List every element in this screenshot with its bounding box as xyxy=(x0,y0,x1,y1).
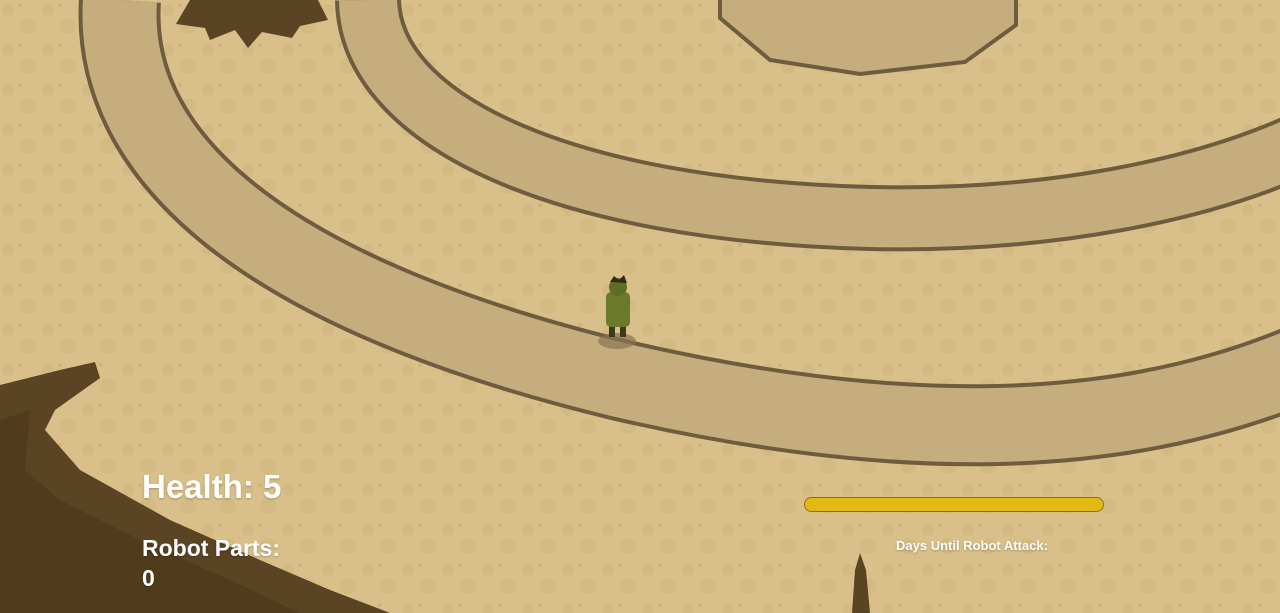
health-label: Health: xyxy=(142,468,254,505)
robot-parts-display: Robot Parts: 0 xyxy=(142,533,280,593)
world-map xyxy=(0,0,1280,613)
days-until-attack-label: Days Until Robot Attack: xyxy=(896,538,1048,553)
robot-parts-label: Robot Parts: xyxy=(142,535,280,561)
game-viewport: Health: 5 Robot Parts: 0 Days Until Robo… xyxy=(0,0,1280,613)
ground xyxy=(0,0,1280,613)
health-value: 5 xyxy=(263,468,282,505)
robot-parts-value: 0 xyxy=(142,565,155,591)
days-until-attack-fill xyxy=(805,498,1103,511)
days-until-attack-bar xyxy=(804,497,1104,512)
health-display: Health: 5 xyxy=(142,468,281,506)
